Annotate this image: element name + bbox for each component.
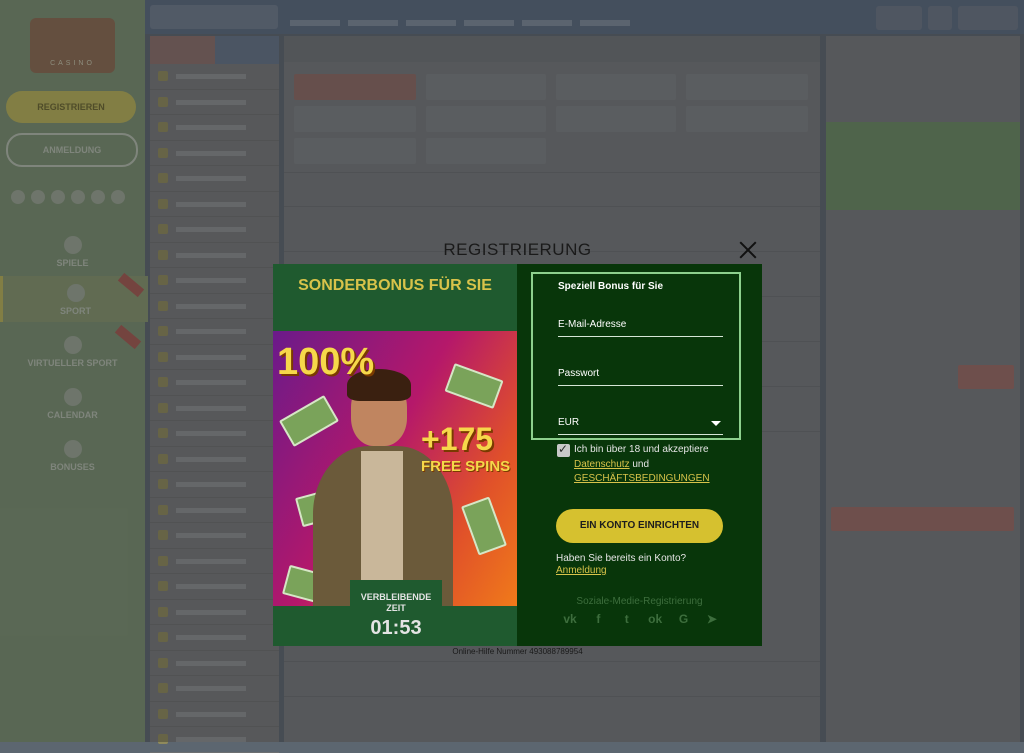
promo-artwork: 100% +175 FREE SPINS xyxy=(273,331,517,606)
modal-title: REGISTRIERUNG xyxy=(443,240,592,259)
have-account-text: Haben Sie bereits ein Konto? xyxy=(556,553,687,564)
vk-icon[interactable]: vk xyxy=(561,612,579,626)
promo-panel: SONDERBONUS FÜR SIE 100% +175 FREE SPINS… xyxy=(273,264,517,646)
registration-form: Speziell Bonus für Sie E-Mail-Adresse Pa… xyxy=(517,264,762,646)
form-heading: Speziell Bonus für Sie xyxy=(558,281,664,292)
create-account-button[interactable]: EIN KONTO EINRICHTEN xyxy=(556,509,723,543)
telegram-icon[interactable]: ➤ xyxy=(703,612,721,626)
facebook-icon[interactable]: f xyxy=(589,612,607,626)
email-field[interactable]: E-Mail-Adresse xyxy=(558,314,723,337)
currency-select[interactable]: EUR xyxy=(558,412,723,435)
bonus-percent: 100% xyxy=(277,341,375,383)
promo-headline: SONDERBONUS FÜR SIE xyxy=(298,277,492,294)
registration-modal: SONDERBONUS FÜR SIE 100% +175 FREE SPINS… xyxy=(273,264,762,646)
timer-label: VERBLEIBENDE ZEIT xyxy=(360,592,432,613)
twitter-icon[interactable]: t xyxy=(618,612,636,626)
terms-link[interactable]: GESCHÄFTSBEDINGUNGEN xyxy=(574,473,710,484)
chevron-down-icon xyxy=(711,421,721,426)
currency-value: EUR xyxy=(558,417,580,428)
age-terms-checkbox[interactable] xyxy=(557,442,570,457)
google-icon[interactable]: G xyxy=(675,612,693,626)
social-title: Soziale-Medie-Registrierung xyxy=(576,596,703,607)
money-icon xyxy=(461,496,507,556)
money-icon xyxy=(278,395,340,447)
countdown-timer: VERBLEIBENDE ZEIT 01:53 xyxy=(350,580,442,646)
consent-label: Ich bin über 18 und akzeptiere xyxy=(574,444,709,455)
social-icons: vk f t ok G ➤ xyxy=(561,612,721,626)
form-fields-box: Speziell Bonus für Sie E-Mail-Adresse Pa… xyxy=(531,272,741,440)
spins-label: FREE SPINS xyxy=(421,458,511,475)
spins-count: +175 xyxy=(421,421,494,457)
login-link[interactable]: Anmeldung xyxy=(556,565,607,576)
timer-value: 01:53 xyxy=(370,617,422,639)
odnoklassniki-icon[interactable]: ok xyxy=(646,612,664,626)
helpline-text: Online-Hilfe Nummer 493088789954 xyxy=(452,647,583,656)
and-text: und xyxy=(632,458,650,470)
password-field[interactable]: Passwort xyxy=(558,363,723,386)
have-account: Haben Sie bereits ein Konto? Anmeldung xyxy=(556,553,686,577)
privacy-link[interactable]: Datenschutz xyxy=(574,459,630,470)
money-icon xyxy=(444,363,504,409)
consent-text: Ich bin über 18 und akzeptiere Datenschu… xyxy=(574,443,734,487)
close-icon[interactable] xyxy=(738,240,758,260)
